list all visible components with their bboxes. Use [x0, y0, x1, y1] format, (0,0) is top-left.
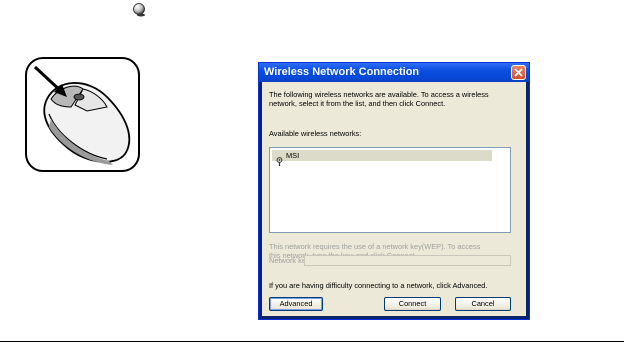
key-note-line1: This network requires the use of a netwo…	[269, 242, 481, 251]
dialog-body: The following wireless networks are avai…	[262, 82, 526, 316]
networks-listbox[interactable]: MSI	[269, 147, 511, 233]
network-name: MSI	[286, 151, 300, 160]
mouse-illustration-panel	[25, 57, 140, 172]
available-networks-label: Available wireless networks:	[269, 129, 362, 138]
connect-button[interactable]: Connect	[384, 297, 441, 311]
page-divider	[0, 341, 624, 342]
intro-text-line2: network, select it from the list, and th…	[269, 99, 446, 108]
mouse-left-click-icon	[33, 65, 131, 165]
bullet-sphere-icon	[131, 2, 147, 18]
cancel-button[interactable]: Cancel	[455, 297, 511, 311]
dialog-titlebar[interactable]: Wireless Network Connection	[259, 63, 529, 82]
advanced-button[interactable]: Advanced	[269, 297, 323, 311]
dialog-title: Wireless Network Connection	[264, 66, 420, 78]
wireless-network-dialog: Wireless Network Connection The followin…	[258, 62, 530, 320]
list-item[interactable]: MSI	[272, 150, 492, 166]
close-button[interactable]	[511, 65, 526, 80]
close-icon	[514, 68, 523, 77]
network-key-field[interactable]	[304, 255, 511, 266]
wireless-network-icon	[275, 151, 284, 170]
intro-text-line1: The following wireless networks are avai…	[269, 90, 489, 99]
help-text: If you are having difficulty connecting …	[269, 281, 488, 290]
